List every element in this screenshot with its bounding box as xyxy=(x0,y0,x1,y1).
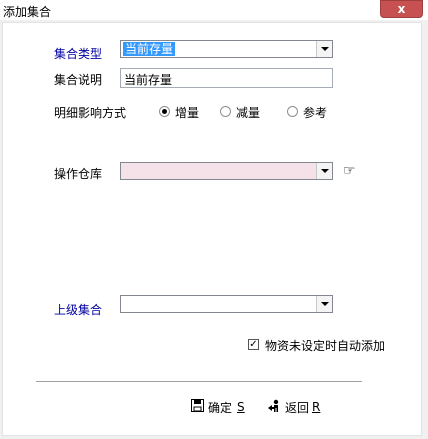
divider xyxy=(36,381,362,383)
title-bar: 添加集合 x xyxy=(0,0,428,20)
parent-label: 上级集合 xyxy=(54,303,103,317)
type-label: 集合类型 xyxy=(54,47,103,61)
warehouse-label: 操作仓库 xyxy=(54,167,103,181)
ok-button[interactable]: 确定 S xyxy=(191,397,245,417)
radio-reference[interactable] xyxy=(287,106,298,117)
parent-select-value xyxy=(123,297,127,311)
desc-label: 集合说明 xyxy=(54,73,103,87)
window-title: 添加集合 xyxy=(3,5,52,19)
radio-decrease-label: 减量 xyxy=(236,106,261,120)
dialog-body: 集合类型 当前存量 集合说明 当前存量 明细影响方式 增量 减量 参考 操作仓库… xyxy=(2,22,422,436)
back-button[interactable]: 返回 R xyxy=(267,397,320,417)
pointing-hand-icon[interactable]: ☞ xyxy=(343,163,356,179)
auto-add-checkbox[interactable]: ✓ xyxy=(248,339,259,350)
back-person-icon xyxy=(267,399,281,416)
chevron-down-icon[interactable] xyxy=(316,163,332,179)
warehouse-select-value xyxy=(123,164,127,178)
mode-label: 明细影响方式 xyxy=(54,106,127,120)
close-icon: x xyxy=(397,2,406,16)
ok-button-label: 确定 xyxy=(208,400,233,415)
desc-input[interactable]: 当前存量 xyxy=(120,68,333,88)
dialog-window: 添加集合 x 集合类型 当前存量 集合说明 当前存量 明细影响方式 增量 减量 … xyxy=(0,0,428,439)
back-button-label: 返回 xyxy=(285,400,310,415)
radio-increase[interactable] xyxy=(159,106,170,117)
radio-reference-label: 参考 xyxy=(303,106,328,120)
chevron-down-icon[interactable] xyxy=(316,41,332,57)
warehouse-select[interactable] xyxy=(120,162,333,180)
type-select-value: 当前存量 xyxy=(123,42,176,56)
auto-add-label: 物资未设定时自动添加 xyxy=(265,339,386,353)
parent-select[interactable] xyxy=(120,295,333,313)
type-select[interactable]: 当前存量 xyxy=(120,40,333,58)
desc-input-value: 当前存量 xyxy=(124,73,173,87)
back-button-key: R xyxy=(312,400,321,414)
ok-button-key: S xyxy=(237,400,245,414)
radio-increase-label: 增量 xyxy=(175,106,200,120)
close-button[interactable]: x xyxy=(380,0,423,18)
chevron-down-icon[interactable] xyxy=(316,296,332,312)
radio-decrease[interactable] xyxy=(220,106,231,117)
save-disk-icon xyxy=(191,399,204,415)
